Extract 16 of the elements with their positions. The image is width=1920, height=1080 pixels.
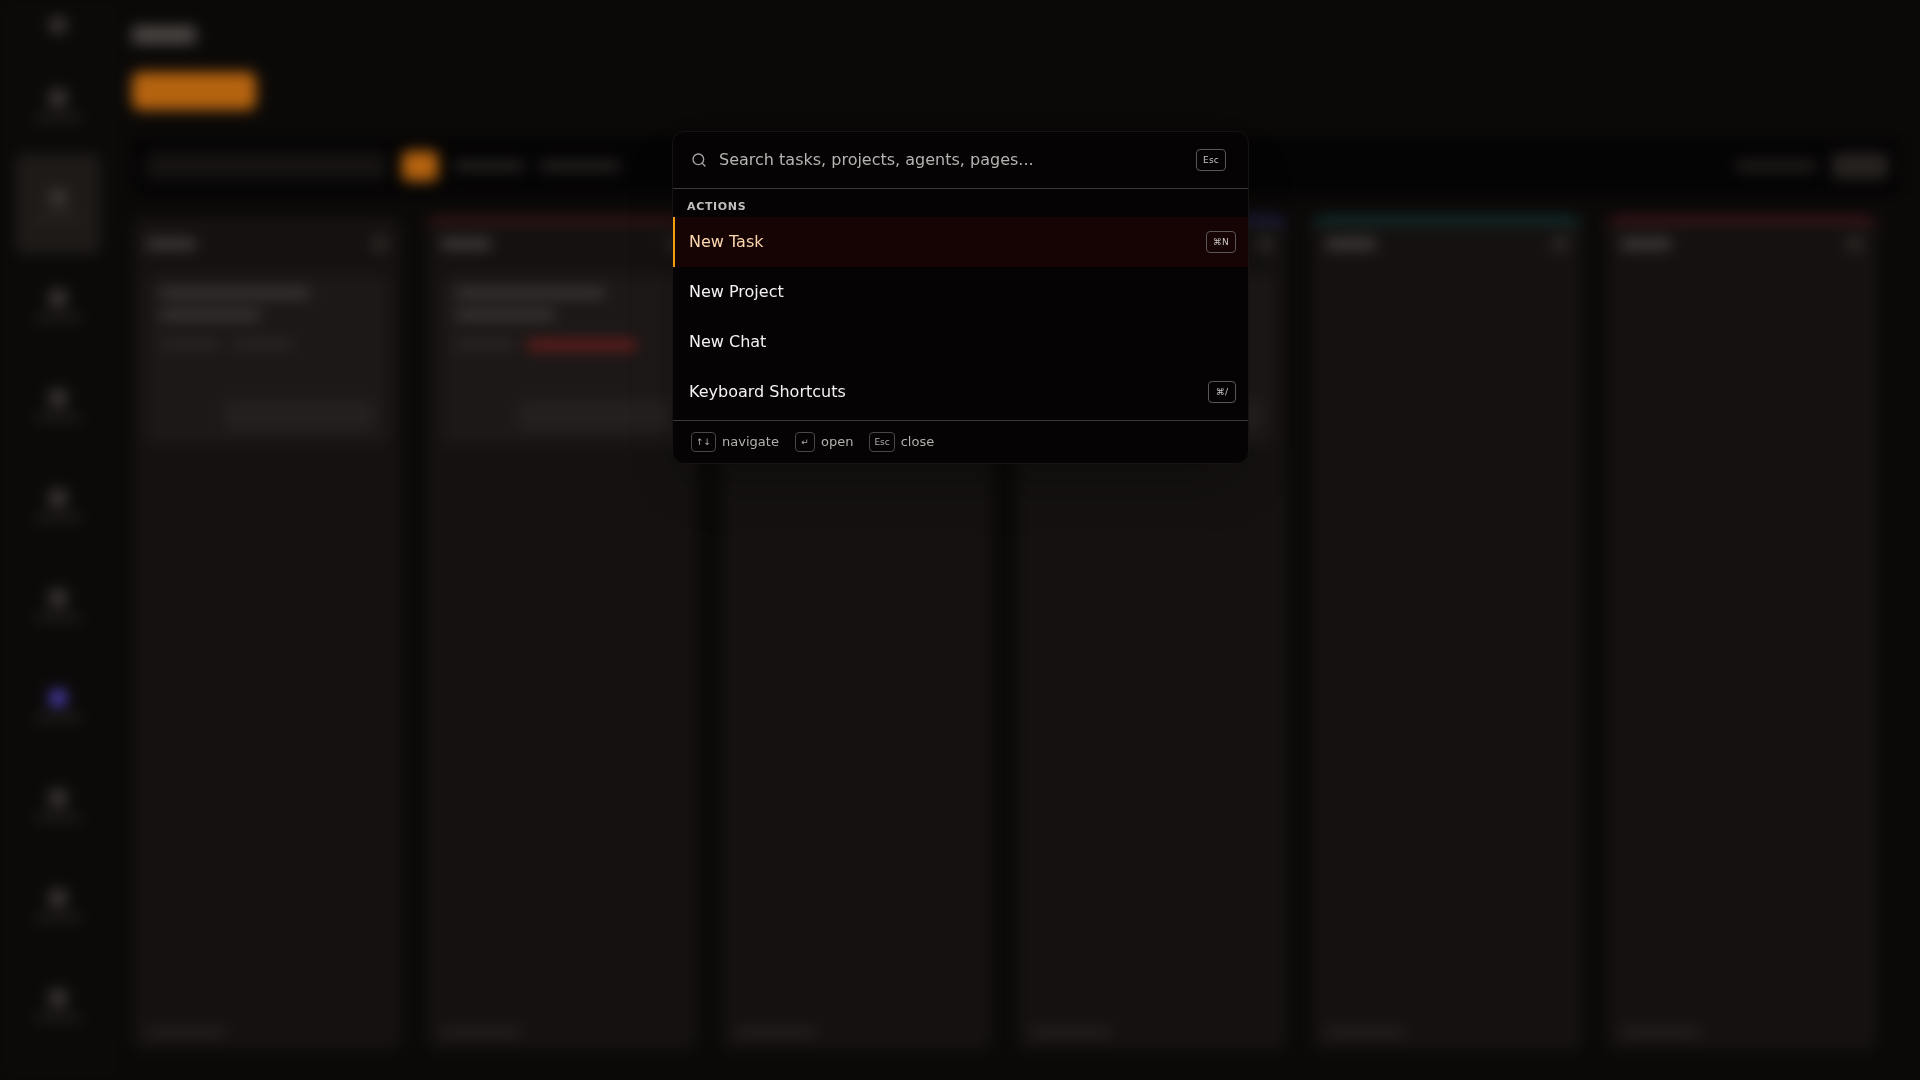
key-hint-label: close [900,433,935,452]
search-field[interactable]: Search tasks, projects, agents, pages... [719,148,1184,172]
menu-item[interactable]: New Chat [673,317,1248,367]
search-icon [691,152,707,168]
menu-item[interactable]: New Project [673,267,1248,317]
key-hint-label: open [820,433,854,452]
shortcut-keycap: ⌘N [1205,231,1236,253]
key-hint-keycap: ↵ [794,432,815,452]
menu-item[interactable]: Keyboard Shortcuts ⌘/ [673,367,1248,417]
key-hint-keycap: ↑↓ [691,432,717,452]
escape-keycap: Esc [1196,149,1226,171]
section-heading: ACTIONS [686,199,748,215]
menu-item[interactable]: New Task ⌘N [673,217,1248,267]
shortcut-keycap: ⌘/ [1208,381,1236,403]
key-hint-keycap: Esc [869,432,895,452]
key-hint-label: navigate [722,433,779,452]
